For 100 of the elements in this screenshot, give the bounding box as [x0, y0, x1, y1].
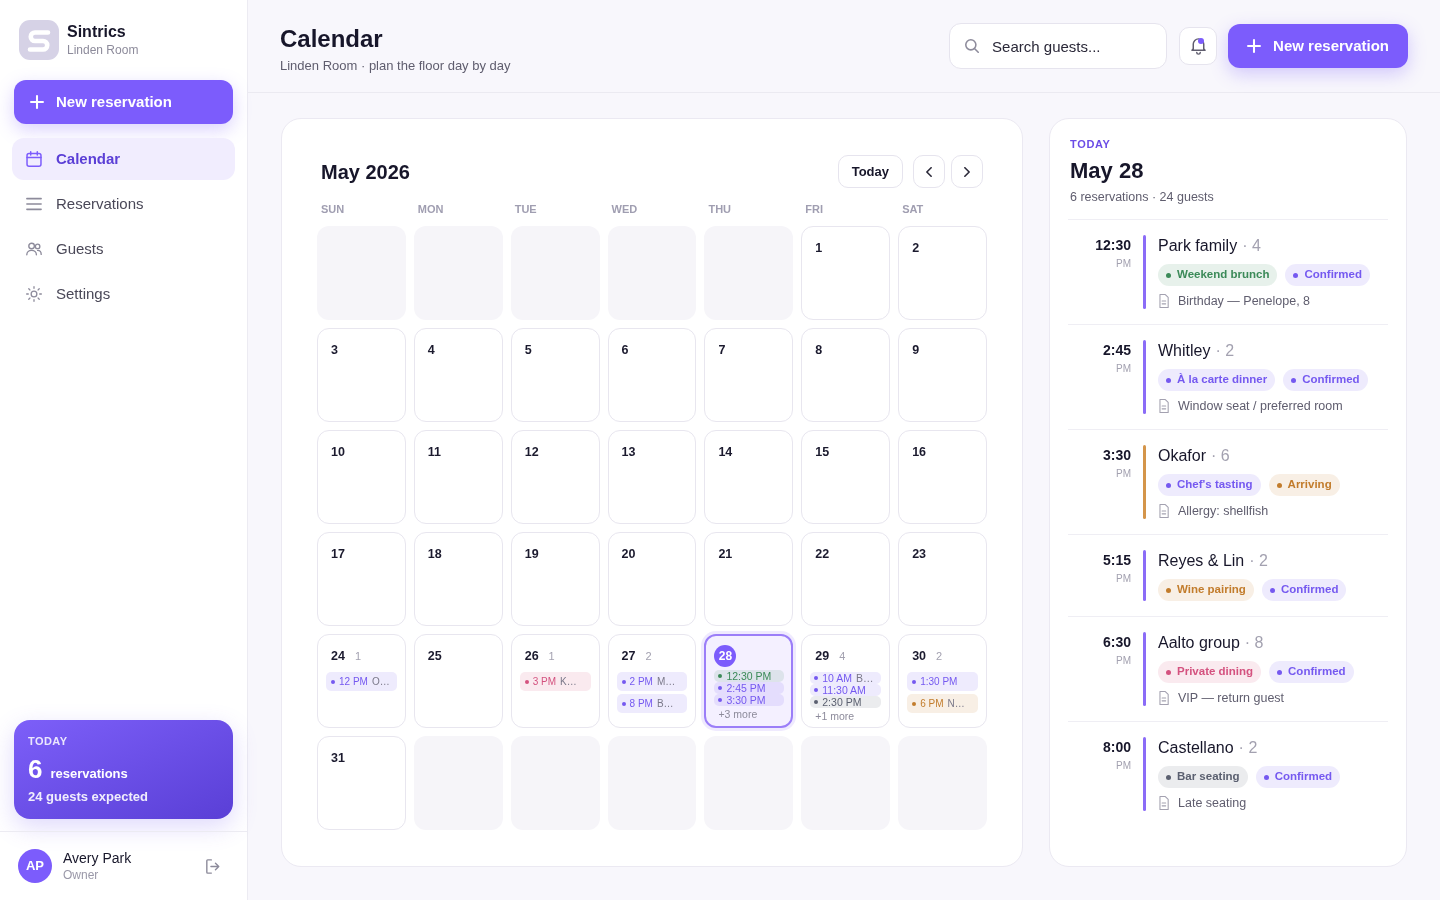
tag-label: Wine pairing [1177, 582, 1246, 598]
new-reservation-button[interactable]: New reservation [1228, 24, 1408, 68]
event-chip[interactable]: 1:30 PM [907, 672, 978, 691]
event-time: 12:30 PM [726, 670, 772, 682]
day-cell[interactable]: 12 [510, 430, 600, 524]
event-time: 12 PM [339, 675, 368, 689]
day-cell[interactable]: 6 [607, 328, 697, 422]
next-month-button[interactable] [951, 155, 983, 188]
day-number: 21 [718, 545, 733, 563]
day-cell[interactable]: 29 4 10 AM B… 11:30 AM 2:30 PM +1 more [801, 634, 891, 728]
tag-label: Chef's tasting [1177, 477, 1253, 493]
day-cell[interactable]: 17 [317, 532, 406, 626]
day-cell[interactable]: 26 1 3 PM K… [510, 634, 600, 728]
event-chip[interactable]: 2:45 PM [714, 682, 785, 694]
reservation-time: 8:00 [1102, 738, 1131, 757]
reservation-time: 2:45 [1102, 341, 1131, 360]
day-cell[interactable]: 18 [413, 532, 503, 626]
notifications-button[interactable] [1179, 27, 1218, 65]
day-number: 16 [912, 443, 927, 461]
bell-icon [1190, 37, 1206, 55]
day-cell[interactable]: 22 [801, 532, 891, 626]
event-chip[interactable]: 2 PM M… [616, 672, 688, 691]
event-chip[interactable]: 12 PM O… [326, 672, 397, 691]
party-size: · 8 [1244, 633, 1264, 653]
day-cell[interactable]: 14 [704, 430, 794, 524]
event-time: 3 PM [532, 675, 557, 689]
day-cell[interactable]: 11 [413, 430, 503, 524]
day-cell[interactable]: 28 12:30 PM 2:45 PM 3:30 PM +3 more [704, 634, 794, 728]
day-cell[interactable]: 25 [413, 634, 503, 728]
logo-icon [19, 20, 59, 60]
day-cell[interactable]: 1 [801, 226, 891, 320]
day-number: 10 [331, 443, 345, 461]
event-time: 11:30 AM [822, 684, 866, 696]
day-number: 14 [718, 443, 733, 461]
day-cell[interactable]: 21 [704, 532, 794, 626]
party-size: · 2 [1238, 738, 1258, 758]
day-number: 8 [815, 341, 823, 359]
more-link[interactable]: +1 more [810, 710, 855, 723]
day-cell[interactable]: 9 [898, 328, 987, 422]
event-chip[interactable]: 3:30 PM [714, 694, 785, 706]
day-cell[interactable]: 4 [413, 328, 503, 422]
today-button[interactable]: Today [837, 155, 903, 188]
reservation-time: 3:30 [1102, 446, 1131, 465]
reservation-note: Birthday — Penelope, 8 [1178, 293, 1311, 309]
reservation-time: 6:30 [1102, 633, 1131, 652]
event-time: 2:45 PM [726, 682, 766, 694]
previous-month-button[interactable] [913, 155, 945, 188]
tag-label: À la carte dinner [1177, 372, 1268, 388]
day-cell[interactable]: 20 [607, 532, 697, 626]
logout-icon[interactable] [206, 858, 220, 874]
day-number: 26 [524, 647, 539, 665]
day-cell[interactable]: 10 [317, 430, 406, 524]
event-chip[interactable]: 11:30 AM [810, 684, 882, 696]
event-chip[interactable]: 2:30 PM [810, 696, 882, 708]
plus-icon [30, 95, 44, 109]
day-number: 7 [718, 341, 726, 359]
list-icon [26, 196, 42, 212]
day-cell[interactable]: 27 2 2 PM M… 8 PM B… [607, 634, 697, 728]
day-cell[interactable]: 3 [317, 328, 406, 422]
party-size: · 4 [1242, 236, 1261, 256]
day-cell[interactable]: 2 [898, 226, 987, 320]
day-cell[interactable]: 5 [510, 328, 600, 422]
reservation-count: 4 [839, 648, 846, 664]
day-cell[interactable]: 19 [510, 532, 600, 626]
nav-item[interactable]: Reservations [12, 183, 235, 225]
event-chip[interactable]: 6 PM N… [907, 694, 978, 713]
new-reservation-button[interactable]: New reservation [14, 80, 233, 124]
day-cell[interactable]: 7 [704, 328, 794, 422]
weekday-label: SAT [902, 202, 924, 216]
day-cell[interactable]: 13 [607, 430, 697, 524]
event-chip[interactable]: 3 PM K… [519, 672, 591, 691]
nav-item[interactable]: Guests [12, 228, 235, 270]
event-time: 1:30 PM [920, 675, 958, 689]
reservation-count: 1 [548, 648, 555, 664]
event-chip[interactable]: 10 AM B… [810, 672, 882, 684]
time-period: PM [1116, 467, 1131, 481]
search-field[interactable]: Search guests... [949, 23, 1168, 69]
day-cell[interactable]: 23 [898, 532, 987, 626]
today-unit: reservations [50, 764, 128, 783]
day-number: 1 [815, 239, 823, 257]
party-size: · 2 [1249, 551, 1268, 571]
search-icon [965, 39, 980, 53]
nav-item[interactable]: Settings [12, 273, 235, 315]
plus-icon [1247, 39, 1262, 53]
document-icon [1158, 691, 1170, 705]
day-cell[interactable]: 16 [898, 430, 987, 524]
day-cell[interactable]: 15 [801, 430, 891, 524]
event-title: O… [371, 675, 390, 689]
event-time: 2 PM [629, 675, 653, 689]
day-cell[interactable]: 31 [317, 736, 406, 830]
day-number: 28 [714, 645, 737, 667]
nav-item[interactable]: Calendar [12, 138, 235, 180]
event-title: B… [856, 672, 874, 684]
day-cell[interactable]: 8 [801, 328, 891, 422]
agenda-date: May 28 [1069, 157, 1144, 185]
day-cell[interactable]: 30 2 1:30 PM 6 PM N… [898, 634, 987, 728]
event-chip[interactable]: 8 PM B… [616, 694, 688, 713]
users-icon [26, 241, 42, 257]
day-cell[interactable]: 24 1 12 PM O… [317, 634, 406, 728]
day-number: 18 [427, 545, 442, 563]
